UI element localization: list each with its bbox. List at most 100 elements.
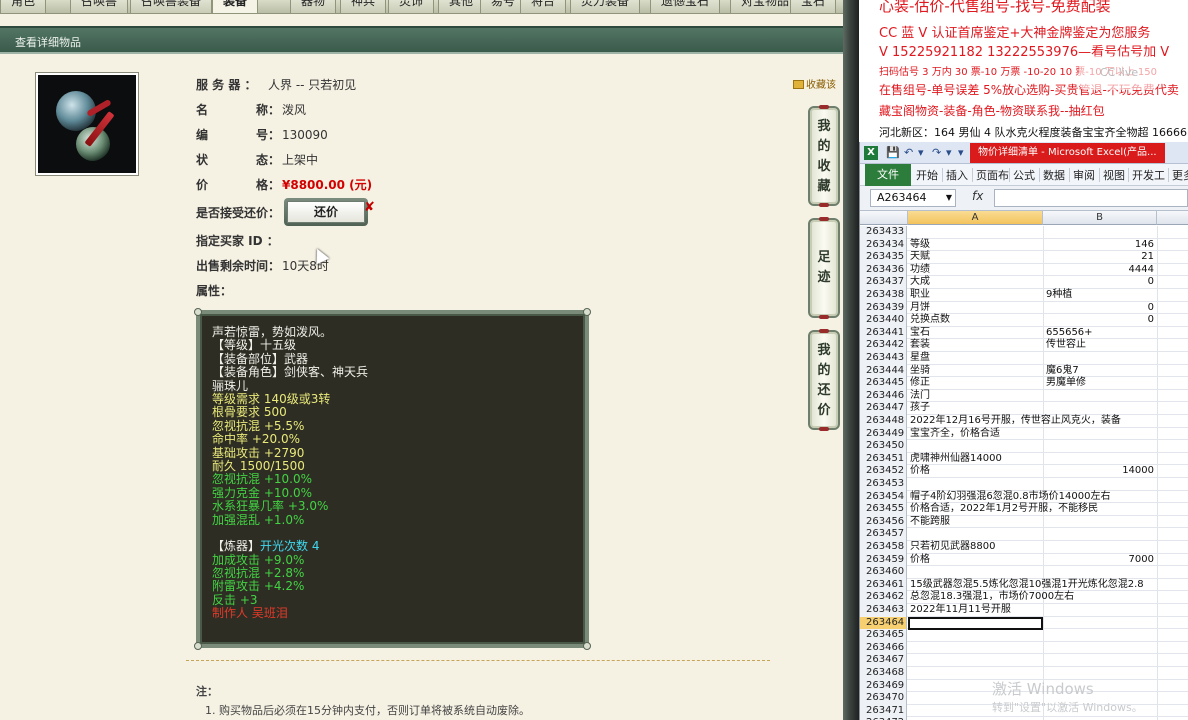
cell-a[interactable]	[908, 566, 1042, 579]
cell-b[interactable]	[1044, 402, 1157, 415]
chevron-down-icon[interactable]: ▾	[946, 146, 952, 159]
chevron-down-icon[interactable]: ▼	[946, 190, 952, 206]
row-number[interactable]: 263441	[860, 326, 907, 340]
row-number[interactable]: 263443	[860, 352, 907, 365]
cell-a[interactable]: 星盘	[908, 352, 1042, 365]
row-number[interactable]: 263468	[860, 667, 907, 680]
row-number[interactable]: 263452	[860, 465, 907, 478]
table-row[interactable]: 263460	[860, 566, 1188, 579]
cell-b[interactable]: 7000	[1044, 554, 1157, 567]
row-number[interactable]: 263459	[860, 553, 907, 567]
table-row[interactable]: 263464	[860, 616, 1188, 630]
chevron-down-icon[interactable]: ▾	[918, 146, 924, 159]
active-cell-selection[interactable]	[908, 616, 1043, 630]
row-number[interactable]: 263448	[860, 415, 907, 428]
row-number[interactable]: 263453	[860, 478, 907, 491]
cell-a[interactable]	[908, 440, 1042, 453]
row-number[interactable]: 263449	[860, 427, 907, 441]
cell-a[interactable]	[908, 528, 1042, 541]
row-number[interactable]: 263450	[860, 440, 907, 453]
nav-tab[interactable]: 装备	[212, 0, 259, 14]
cell-a[interactable]	[908, 629, 1042, 642]
redo-icon[interactable]: ↷	[932, 146, 941, 159]
cell-b[interactable]	[1044, 629, 1157, 642]
nav-tab[interactable]: 宝石	[790, 0, 837, 14]
table-row[interactable]: 263442 套装 传世容止	[860, 339, 1188, 352]
table-row[interactable]: 263452 价格 14000	[860, 465, 1188, 478]
cell-a[interactable]: 15级武器忽混5.5炼化忽混10强混1开光炼化忽混2.8	[908, 579, 1144, 592]
row-number[interactable]: 263465	[860, 629, 907, 642]
column-header-a[interactable]: A	[908, 211, 1043, 225]
cell-b[interactable]	[1044, 440, 1157, 453]
cell-b[interactable]: 14000	[1044, 465, 1157, 478]
table-row[interactable]: 263453	[860, 478, 1188, 491]
row-number[interactable]: 263451	[860, 452, 907, 466]
row-number[interactable]: 263442	[860, 339, 907, 352]
table-row[interactable]: 263447 孩子	[860, 402, 1188, 415]
row-number[interactable]: 263471	[860, 704, 907, 718]
cell-a[interactable]: 等级	[908, 239, 1042, 252]
table-row[interactable]: 263462 总忽混18.3强混1，市场价7000左右	[860, 591, 1188, 604]
row-number[interactable]: 263454	[860, 490, 907, 504]
formula-input[interactable]	[994, 189, 1188, 207]
cell-b[interactable]: 男魔单修	[1044, 377, 1157, 390]
counter-offer-button[interactable]: 还价	[284, 198, 368, 226]
nav-tab[interactable]: 角色	[0, 0, 47, 14]
customize-icon[interactable]: ▾	[958, 146, 964, 159]
table-row[interactable]: 263440 兑换点数 0	[860, 314, 1188, 327]
table-row[interactable]: 263455 价格合适，2022年1月2号开服，不能移民	[860, 503, 1188, 516]
function-icon[interactable]: fx	[972, 189, 983, 203]
cell-b[interactable]	[1044, 390, 1157, 403]
nav-tab[interactable]: 其他	[438, 0, 485, 14]
cell-a[interactable]: 宝石	[908, 327, 1042, 340]
row-number[interactable]: 263455	[860, 503, 907, 516]
ribbon-tab[interactable]: 审阅	[1073, 167, 1095, 183]
row-number[interactable]: 263437	[860, 276, 907, 289]
cell-b[interactable]	[1044, 528, 1157, 541]
table-row[interactable]: 263465	[860, 629, 1188, 642]
row-number[interactable]: 263470	[860, 692, 907, 705]
nav-tab[interactable]: 将台	[520, 0, 567, 14]
undo-icon[interactable]: ↶	[904, 146, 913, 159]
table-row[interactable]: 263448 2022年12月16号开服，传世容止风克火，装备	[860, 415, 1188, 428]
cell-a[interactable]: 月饼	[908, 302, 1042, 315]
table-row[interactable]: 263439 月饼 0	[860, 301, 1188, 315]
nav-tab[interactable]: 灵饰	[388, 0, 435, 14]
row-number[interactable]: 263433	[860, 226, 907, 239]
cell-b[interactable]	[1044, 453, 1157, 466]
table-row[interactable]: 263445 修正 男魔单修	[860, 377, 1188, 390]
row-number[interactable]: 263460	[860, 566, 907, 579]
sheet-grid[interactable]: 263433 263434 等级 146 263435 天赋 21 263436 功绩 4444 2…	[860, 226, 1188, 720]
table-row[interactable]: 263438 职业 9种植	[860, 289, 1188, 302]
cell-a[interactable]: 大成	[908, 276, 1042, 289]
cell-a[interactable]	[908, 654, 1042, 667]
cell-a[interactable]: 天赋	[908, 251, 1042, 264]
nav-tab[interactable]: 召唤兽	[70, 0, 129, 14]
column-header-b[interactable]: B	[1043, 211, 1157, 225]
ribbon-tab[interactable]: 开始	[916, 167, 938, 183]
table-row[interactable]: 263446 法门	[860, 389, 1188, 403]
footprint-button[interactable]: 足迹	[808, 217, 840, 319]
nav-tab[interactable]: 遗憾宝石	[650, 0, 721, 14]
row-number[interactable]: 263456	[860, 515, 907, 529]
cell-a[interactable]: 功绩	[908, 264, 1042, 277]
row-number[interactable]: 263447	[860, 402, 907, 415]
cell-b[interactable]	[1044, 491, 1157, 504]
cell-a[interactable]: 套装	[908, 339, 1042, 352]
row-number[interactable]: 263445	[860, 377, 907, 390]
cell-a[interactable]	[908, 478, 1042, 491]
cell-a[interactable]: 只若初见武器8800	[908, 541, 1042, 554]
row-number[interactable]: 263446	[860, 389, 907, 403]
cell-b[interactable]: 0	[1044, 276, 1157, 289]
cell-b[interactable]: 0	[1044, 302, 1157, 315]
row-number[interactable]: 263463	[860, 604, 907, 617]
my-favorites-button[interactable]: 我的收藏	[808, 105, 840, 207]
table-row[interactable]: 263450	[860, 440, 1188, 453]
column-header-c[interactable]	[1157, 211, 1188, 225]
table-row[interactable]: 263466	[860, 641, 1188, 655]
table-row[interactable]: 263458 只若初见武器8800	[860, 541, 1188, 554]
ribbon-tab[interactable]: 开发工	[1132, 167, 1165, 183]
table-row[interactable]: 263459 价格 7000	[860, 553, 1188, 567]
cell-b[interactable]	[1044, 226, 1157, 239]
cell-a[interactable]: 价格合适，2022年1月2号开服，不能移民	[908, 503, 1098, 516]
